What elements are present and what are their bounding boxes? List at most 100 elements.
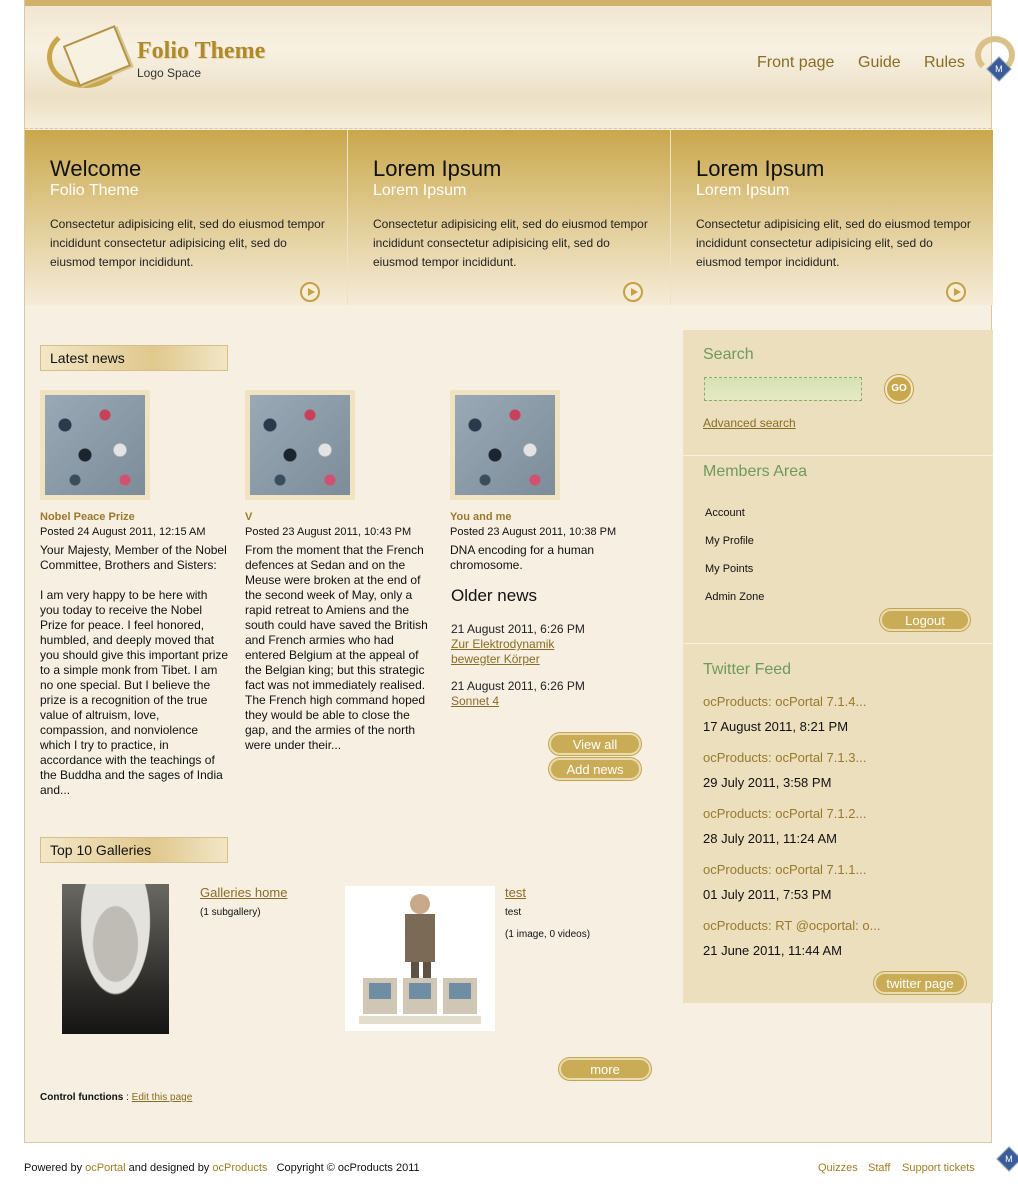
m-badge-letter: M: [995, 64, 1003, 74]
tweet-link[interactable]: ocProducts: RT @ocportal: o...: [703, 918, 880, 933]
nav-rules[interactable]: Rules: [924, 54, 965, 72]
sidebar-divider: [683, 455, 993, 456]
older-news-item: 21 August 2011, 6:26 PM Zur Elektrodynam…: [451, 622, 585, 667]
tweet-link[interactable]: ocProducts: ocPortal 7.1.2...: [703, 806, 866, 821]
footer-link-staff[interactable]: Staff: [868, 1162, 890, 1174]
gallery-thumbnail[interactable]: [62, 884, 169, 1034]
news-date: Posted 24 August 2011, 12:15 AM: [40, 526, 206, 538]
tweet-date: 17 August 2011, 8:21 PM: [703, 719, 849, 734]
footer-copyright: Copyright © ocProducts 2011: [276, 1162, 420, 1174]
gallery-link[interactable]: Galleries home: [200, 885, 287, 900]
news-item: Nobel Peace Prize Posted 24 August 2011,…: [40, 390, 230, 798]
news-date: Posted 23 August 2011, 10:43 PM: [245, 526, 412, 538]
footer-designed: and designed by: [128, 1162, 210, 1174]
older-news-date: 21 August 2011, 6:26 PM: [451, 679, 585, 693]
older-news-link-line[interactable]: Zur Elektrodynamik: [451, 637, 554, 651]
news-image: [455, 395, 555, 495]
banner-title: Lorem Ipsum: [373, 156, 502, 181]
news-image: [45, 395, 145, 495]
banner-subtitle: Lorem Ipsum: [696, 182, 790, 199]
older-news-link-line[interactable]: bewegter Körper: [451, 652, 540, 666]
nav-front-page[interactable]: Front page: [757, 54, 834, 72]
footer-credits: Powered by ocPortal and designed by ocPr…: [24, 1162, 420, 1174]
member-link-admin-zone[interactable]: Admin Zone: [705, 591, 764, 603]
search-heading: Search: [703, 346, 754, 363]
news-image: [250, 395, 350, 495]
news-item: V Posted 23 August 2011, 10:43 PM From t…: [245, 390, 435, 753]
footer-link-support-tickets[interactable]: Support tickets: [902, 1162, 975, 1174]
members-heading: Members Area: [703, 463, 808, 480]
older-news-link[interactable]: Zur Elektrodynamik bewegter Körper: [451, 637, 585, 667]
news-thumbnail[interactable]: [245, 390, 355, 500]
logo-subtitle: Logo Space: [137, 66, 202, 80]
logout-button[interactable]: Logout: [880, 609, 970, 631]
play-icon[interactable]: [300, 282, 320, 302]
news-item: You and me Posted 23 August 2011, 10:38 …: [450, 390, 640, 573]
sidebar-divider: [683, 643, 993, 644]
search-go-button[interactable]: GO: [885, 375, 913, 403]
news-body: Your Majesty, Member of the Nobel Commit…: [40, 543, 229, 797]
news-title[interactable]: V: [245, 511, 435, 523]
banner-title: Lorem Ipsum: [696, 156, 825, 181]
logo-title[interactable]: Folio Theme: [137, 38, 265, 65]
older-news-date: 21 August 2011, 6:26 PM: [451, 622, 585, 636]
banner-subtitle: Lorem Ipsum: [373, 182, 467, 199]
more-button[interactable]: more: [559, 1058, 651, 1080]
tweet-link[interactable]: ocProducts: ocPortal 7.1.4...: [703, 694, 866, 709]
member-link-points[interactable]: My Points: [705, 563, 753, 575]
banner-title: Welcome: [50, 156, 142, 181]
older-news-item: 21 August 2011, 6:26 PM Sonnet 4: [451, 679, 585, 709]
banner-text: Consectetur adipisicing elit, sed do eiu…: [373, 217, 648, 269]
search-input[interactable]: [704, 377, 862, 401]
control-label: Control functions: [40, 1092, 124, 1103]
advanced-search-link[interactable]: Advanced search: [703, 416, 796, 430]
sidebar: Search GO Advanced search Members Area A…: [683, 330, 993, 1003]
edit-page-link[interactable]: Edit this page: [132, 1092, 193, 1103]
add-news-button[interactable]: Add news: [549, 758, 641, 780]
latest-news-heading: Latest news: [40, 345, 228, 371]
tweet-link[interactable]: ocProducts: ocPortal 7.1.3...: [703, 750, 866, 765]
footer-ocproducts-link[interactable]: ocProducts: [212, 1162, 267, 1174]
banner-column: Lorem Ipsum Lorem Ipsum Consectetur adip…: [671, 130, 993, 305]
news-title[interactable]: You and me: [450, 511, 640, 523]
page-container: Folio Theme Logo Space Front page Guide …: [24, 0, 1015, 1143]
tweet-link[interactable]: ocProducts: ocPortal 7.1.1...: [703, 862, 866, 877]
banner-column: Lorem Ipsum Lorem Ipsum Consectetur adip…: [348, 130, 670, 305]
tweet-date: 21 June 2011, 11:44 AM: [703, 943, 843, 958]
banner: Welcome Folio Theme Consectetur adipisic…: [25, 130, 993, 305]
news-date: Posted 23 August 2011, 10:38 PM: [450, 526, 617, 538]
play-icon[interactable]: [623, 282, 643, 302]
gallery-count: (1 image, 0 videos): [505, 929, 591, 940]
nav-guide[interactable]: Guide: [858, 54, 901, 72]
view-all-button[interactable]: View all: [549, 733, 641, 755]
twitter-page-button[interactable]: twitter page: [874, 972, 966, 994]
play-icon[interactable]: [946, 282, 966, 302]
news-thumbnail[interactable]: [450, 390, 560, 500]
header: Folio Theme Logo Space Front page Guide …: [25, 6, 1015, 129]
gallery-thumbnail[interactable]: [345, 886, 495, 1031]
gallery-count: (1 subgallery): [200, 907, 261, 918]
member-link-account[interactable]: Account: [705, 507, 745, 519]
footer-link-quizzes[interactable]: Quizzes: [818, 1162, 858, 1174]
galleries-heading: Top 10 Galleries: [40, 837, 228, 863]
gallery-photo: [345, 886, 495, 1031]
member-link-profile[interactable]: My Profile: [705, 535, 754, 547]
tweet-date: 29 July 2011, 3:58 PM: [703, 775, 832, 790]
banner-text: Consectetur adipisicing elit, sed do eiu…: [696, 217, 971, 269]
control-separator: :: [123, 1092, 132, 1103]
news-body: DNA encoding for a human chromosome.: [450, 543, 595, 572]
news-thumbnail[interactable]: [40, 390, 150, 500]
m-badge-icon[interactable]: M: [996, 1146, 1018, 1172]
news-body: From the moment that the French defences…: [245, 543, 428, 752]
footer-ocportal-link[interactable]: ocPortal: [85, 1162, 125, 1174]
control-functions: Control functions : Edit this page: [40, 1092, 192, 1103]
gallery-description: test: [505, 907, 522, 918]
banner-text: Consectetur adipisicing elit, sed do eiu…: [50, 217, 325, 269]
footer-powered: Powered by: [24, 1162, 83, 1174]
twitter-heading: Twitter Feed: [703, 661, 792, 678]
news-title[interactable]: Nobel Peace Prize: [40, 511, 230, 523]
tweet-date: 28 July 2011, 11:24 AM: [703, 831, 837, 846]
banner-subtitle: Folio Theme: [50, 182, 139, 199]
older-news-link[interactable]: Sonnet 4: [451, 694, 585, 709]
gallery-link[interactable]: test: [505, 885, 526, 900]
